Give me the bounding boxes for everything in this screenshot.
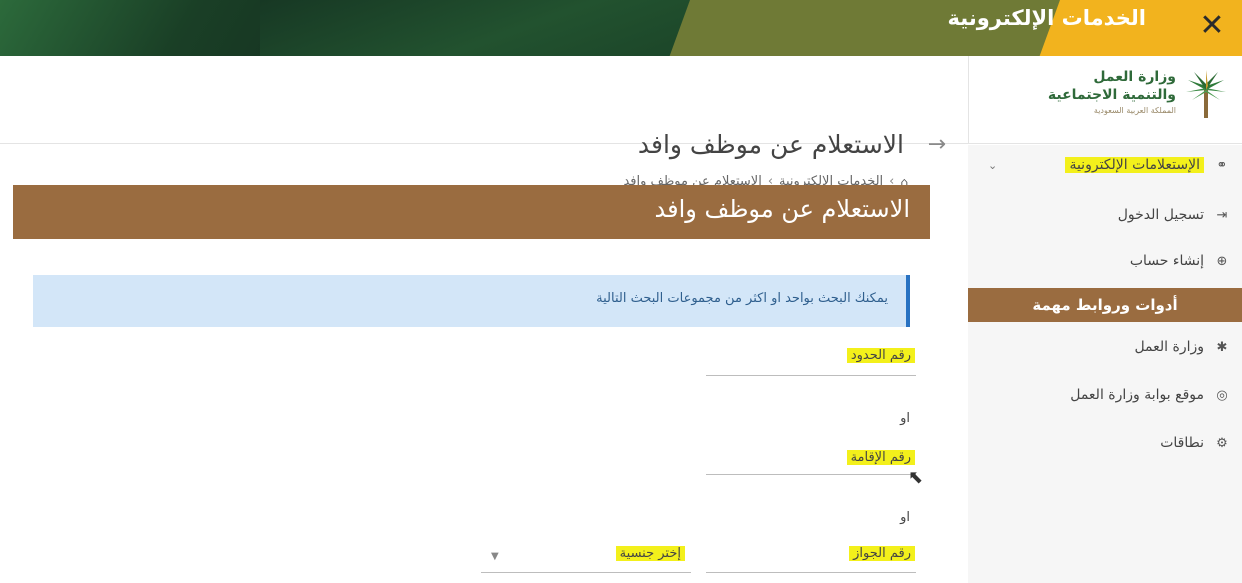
logo-line2: والتنمية الاجتماعية [1047, 87, 1176, 103]
logo-line1: وزارة العمل [1093, 69, 1176, 85]
sidebar-item-label: إنشاء حساب [1129, 253, 1204, 269]
mouse-pointer-icon: ⬉ [908, 467, 924, 488]
sidebar-link-label: وزارة العمل [1134, 339, 1204, 355]
passport-number-field[interactable] [706, 572, 916, 573]
nationality-select-underline [481, 572, 691, 573]
banner-title: الخدمات الإلكترونية [947, 6, 1146, 30]
sidebar-link-portal[interactable]: ◎ موقع بوابة وزارة العمل [1070, 381, 1230, 409]
page-title: الاستعلام عن موظف وافد [637, 130, 904, 159]
border-number-field[interactable] [706, 375, 916, 376]
palm-logo-icon [1186, 70, 1226, 118]
gear-icon: ⚙ [1216, 435, 1228, 451]
sidebar-item-label: تسجيل الدخول [1117, 207, 1204, 223]
login-icon: ⇥ [1216, 207, 1228, 223]
sidebar-section-title: أدوات وروابط مهمة [968, 288, 1242, 322]
app-root: الخدمات الإلكترونية ✕ وزارة العمل والتنم… [0, 0, 1242, 583]
palm-icon: ✱ [1216, 339, 1228, 355]
plus-circle-icon: ⊕ [1216, 253, 1228, 269]
inquiry-card: الاستعلام عن موظف وافد يمكنك البحث بواحد… [13, 185, 930, 583]
globe-icon: ◎ [1216, 387, 1228, 403]
share-nodes-icon: ⚭ [1216, 157, 1228, 173]
sidebar-item-login[interactable]: ⇥ تسجيل الدخول [1118, 201, 1230, 229]
sidebar-link-label: نطاقات [1160, 435, 1204, 451]
sidebar-item-register[interactable]: ⊕ إنشاء حساب [1130, 247, 1230, 275]
chevron-down-icon[interactable]: ⌄ [988, 159, 997, 172]
iqama-number-field[interactable] [706, 474, 916, 475]
card-header: الاستعلام عن موظف وافد [13, 185, 930, 239]
info-alert: يمكنك البحث بواحد او اكثر من مجموعات الب… [33, 275, 910, 327]
or-label: او [900, 510, 910, 525]
sidebar-item-label: الإستعلامات الإلكترونية [1065, 157, 1204, 173]
nationality-select[interactable]: إختر جنسية [615, 546, 685, 561]
logo-line3: المملكة العربية السعودية [1093, 106, 1176, 115]
or-label: او [900, 411, 910, 426]
sidebar-link-nitaqat[interactable]: ⚙ نطاقات [1160, 429, 1230, 457]
banner-shade [0, 0, 300, 56]
border-number-label: رقم الحدود [846, 348, 915, 363]
ministry-logo[interactable]: وزارة العمل والتنمية الاجتماعية المملكة … [968, 56, 1242, 144]
iqama-number-label: رقم الإقامة [846, 450, 915, 465]
banner-shade [260, 0, 720, 56]
arrow-right-icon[interactable]: → [928, 132, 946, 157]
page-header: وزارة العمل والتنمية الاجتماعية المملكة … [0, 56, 1242, 189]
sidebar-link-ministry[interactable]: ✱ وزارة العمل [1134, 333, 1230, 361]
caret-down-icon[interactable]: ▼ [491, 551, 499, 562]
top-banner: الخدمات الإلكترونية ✕ [0, 0, 1242, 56]
sidebar-item-e-inquiries[interactable]: ⚭ الإستعلامات الإلكترونية [1065, 151, 1230, 179]
logo-text: وزارة العمل والتنمية الاجتماعية المملكة … [1048, 68, 1176, 118]
card-title: الاستعلام عن موظف وافد [654, 195, 910, 223]
info-text: يمكنك البحث بواحد او اكثر من مجموعات الب… [596, 291, 888, 306]
sidebar: ⚭ الإستعلامات الإلكترونية ⌄ ⇥ تسجيل الدخ… [968, 145, 1242, 583]
close-icon[interactable]: ✕ [1192, 6, 1232, 46]
sidebar-link-label: موقع بوابة وزارة العمل [1070, 387, 1204, 403]
passport-number-label: رقم الجواز [849, 546, 915, 561]
